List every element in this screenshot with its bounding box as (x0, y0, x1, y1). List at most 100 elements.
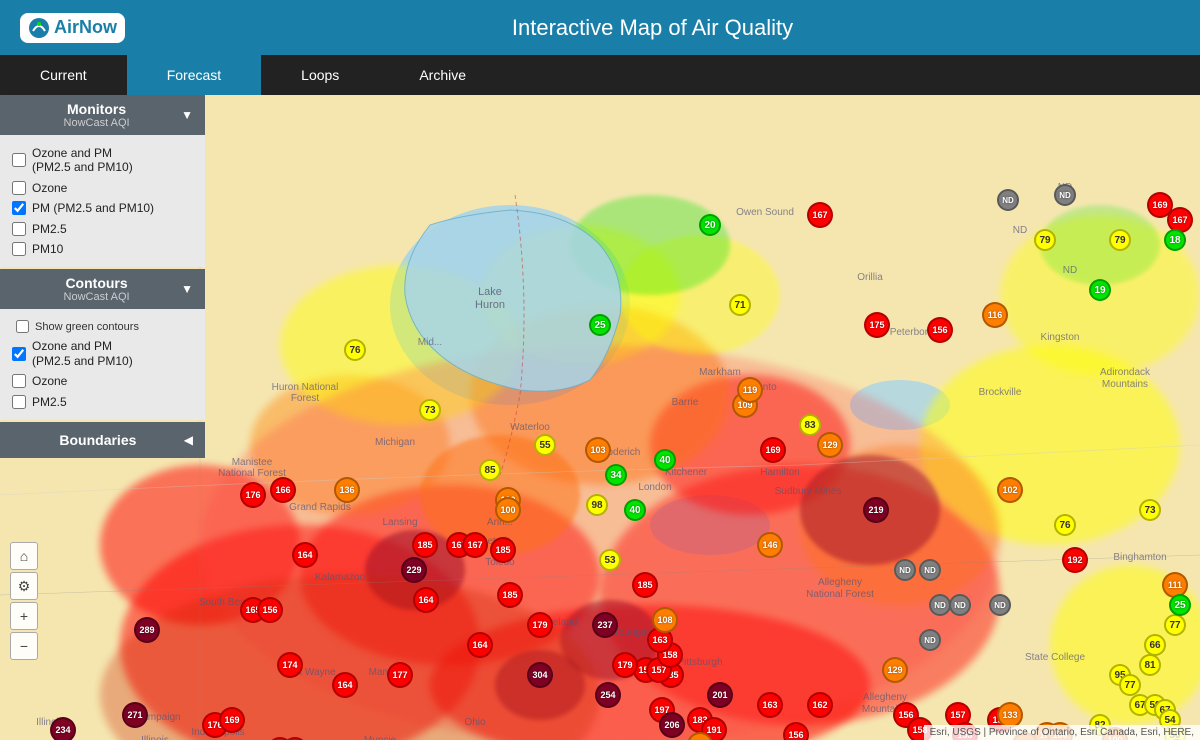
aqi-marker[interactable]: 174 (277, 652, 303, 678)
aqi-marker[interactable]: ND (894, 559, 916, 581)
contour-ozone-checkbox[interactable] (12, 374, 26, 388)
contour-ozone-label[interactable]: Ozone (32, 374, 67, 388)
monitor-pm10-label[interactable]: PM10 (32, 242, 63, 256)
aqi-marker[interactable]: 77 (1119, 674, 1141, 696)
aqi-marker[interactable]: 185 (412, 532, 438, 558)
aqi-marker[interactable]: 271 (122, 702, 148, 728)
monitor-pm-checkbox[interactable] (12, 201, 26, 215)
aqi-marker[interactable]: 146 (757, 532, 783, 558)
aqi-marker[interactable]: 179 (527, 612, 553, 638)
aqi-marker[interactable]: 76 (344, 339, 366, 361)
zoom-out-button[interactable]: − (10, 632, 38, 660)
aqi-marker[interactable]: 201 (707, 682, 733, 708)
contour-ozone-pm-label[interactable]: Ozone and PM(PM2.5 and PM10) (32, 339, 133, 368)
boundaries-header[interactable]: Boundaries ◀ (0, 422, 205, 458)
home-button[interactable]: ⌂ (10, 542, 38, 570)
aqi-marker[interactable]: 25 (589, 314, 611, 336)
contour-pm25-checkbox[interactable] (12, 395, 26, 409)
aqi-marker[interactable]: 237 (592, 612, 618, 638)
aqi-marker[interactable]: ND (997, 189, 1019, 211)
tab-loops[interactable]: Loops (261, 55, 379, 95)
tab-current[interactable]: Current (0, 55, 127, 95)
aqi-marker[interactable]: 229 (401, 557, 427, 583)
zoom-in-button[interactable]: + (10, 602, 38, 630)
aqi-marker[interactable]: 177 (387, 662, 413, 688)
aqi-marker[interactable]: 119 (737, 377, 763, 403)
contours-header[interactable]: Contours NowCast AQI ▼ (0, 269, 205, 309)
contour-pm25-label[interactable]: PM2.5 (32, 395, 67, 409)
aqi-marker[interactable]: 98 (586, 494, 608, 516)
aqi-marker[interactable]: 129 (882, 657, 908, 683)
show-green-label[interactable]: Show green contours (35, 321, 139, 333)
aqi-marker[interactable]: 163 (757, 692, 783, 718)
aqi-marker[interactable]: 179 (612, 652, 638, 678)
aqi-marker[interactable]: 166 (270, 477, 296, 503)
aqi-marker[interactable]: 185 (497, 582, 523, 608)
settings-button[interactable]: ⚙ (10, 572, 38, 600)
aqi-marker[interactable]: 254 (595, 682, 621, 708)
aqi-marker[interactable]: 129 (817, 432, 843, 458)
aqi-marker[interactable]: 18 (1164, 229, 1186, 251)
show-green-checkbox[interactable] (16, 320, 29, 333)
aqi-marker[interactable]: 76 (1054, 514, 1076, 536)
aqi-marker[interactable]: 100 (495, 497, 521, 523)
aqi-marker[interactable]: 162 (807, 692, 833, 718)
aqi-marker[interactable]: 156 (257, 597, 283, 623)
aqi-marker[interactable]: ND (949, 594, 971, 616)
aqi-marker[interactable]: 234 (50, 717, 76, 740)
monitor-ozone-label[interactable]: Ozone (32, 181, 67, 195)
monitor-ozone-checkbox[interactable] (12, 181, 26, 195)
aqi-marker[interactable]: 167 (807, 202, 833, 228)
aqi-marker[interactable]: 169 (760, 437, 786, 463)
aqi-marker[interactable]: 34 (605, 464, 627, 486)
monitor-pm-label[interactable]: PM (PM2.5 and PM10) (32, 201, 154, 215)
monitors-header[interactable]: Monitors NowCast AQI ▼ (0, 95, 205, 135)
aqi-marker[interactable]: 20 (699, 214, 721, 236)
aqi-marker[interactable]: 40 (624, 499, 646, 521)
aqi-marker[interactable]: 164 (332, 672, 358, 698)
aqi-marker[interactable]: 103 (585, 437, 611, 463)
aqi-marker[interactable]: 73 (1139, 499, 1161, 521)
aqi-marker[interactable]: 66 (1144, 634, 1166, 656)
aqi-marker[interactable]: 83 (799, 414, 821, 436)
aqi-marker[interactable]: 185 (632, 572, 658, 598)
aqi-marker[interactable]: 73 (419, 399, 441, 421)
aqi-marker[interactable]: ND (919, 629, 941, 651)
aqi-marker[interactable]: ND (1054, 184, 1076, 206)
aqi-marker[interactable]: 85 (479, 459, 501, 481)
aqi-marker[interactable]: 19 (1089, 279, 1111, 301)
aqi-marker[interactable]: 164 (467, 632, 493, 658)
aqi-marker[interactable]: 79 (1109, 229, 1131, 251)
aqi-marker[interactable]: 40 (654, 449, 676, 471)
aqi-marker[interactable]: 176 (240, 482, 266, 508)
aqi-marker[interactable]: 185 (490, 537, 516, 563)
aqi-marker[interactable]: 71 (729, 294, 751, 316)
aqi-marker[interactable]: ND (989, 594, 1011, 616)
aqi-marker[interactable]: 192 (1062, 547, 1088, 573)
aqi-marker[interactable]: ND (929, 594, 951, 616)
monitor-ozone-pm-label[interactable]: Ozone and PM(PM2.5 and PM10) (32, 146, 133, 175)
aqi-marker[interactable]: 108 (652, 607, 678, 633)
aqi-marker[interactable]: 53 (599, 549, 621, 571)
monitor-pm25-label[interactable]: PM2.5 (32, 222, 67, 236)
contour-ozone-pm-checkbox[interactable] (12, 347, 26, 361)
aqi-marker[interactable]: 25 (1169, 594, 1191, 616)
monitor-pm10-checkbox[interactable] (12, 242, 26, 256)
monitor-pm25-checkbox[interactable] (12, 222, 26, 236)
aqi-marker[interactable]: 289 (134, 617, 160, 643)
aqi-marker[interactable]: 169 (219, 707, 245, 733)
aqi-marker[interactable]: 164 (292, 542, 318, 568)
aqi-marker[interactable]: 167 (462, 532, 488, 558)
monitor-ozone-pm-checkbox[interactable] (12, 153, 26, 167)
aqi-marker[interactable]: 55 (534, 434, 556, 456)
aqi-marker[interactable]: 156 (927, 317, 953, 343)
aqi-marker[interactable]: 102 (997, 477, 1023, 503)
tab-archive[interactable]: Archive (379, 55, 506, 95)
aqi-marker[interactable]: 81 (1139, 654, 1161, 676)
aqi-marker[interactable]: 116 (982, 302, 1008, 328)
tab-forecast[interactable]: Forecast (127, 55, 261, 95)
aqi-marker[interactable]: 175 (864, 312, 890, 338)
aqi-marker[interactable]: ND (919, 559, 941, 581)
aqi-marker[interactable]: 136 (334, 477, 360, 503)
aqi-marker[interactable]: 219 (863, 497, 889, 523)
